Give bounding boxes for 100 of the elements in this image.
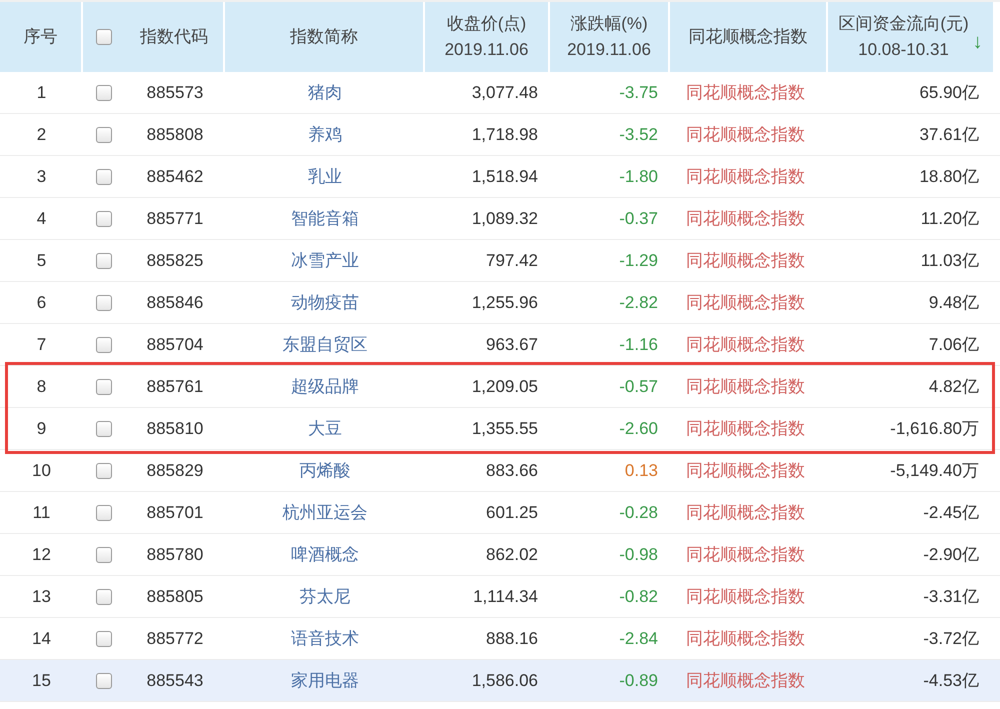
name-link[interactable]: 丙烯酸 xyxy=(300,458,350,484)
change-cell-text: -1.80 xyxy=(619,166,658,188)
index-cell-text: 15 xyxy=(32,670,51,692)
price-cell-text: 1,718.98 xyxy=(472,124,538,146)
checkbox[interactable] xyxy=(96,546,112,562)
flow-cell-text: -3.31亿 xyxy=(923,586,979,608)
index-cell-text: 7 xyxy=(36,334,46,356)
header-label: 同花顺概念指数 xyxy=(688,26,808,48)
checkbox[interactable] xyxy=(96,378,112,394)
price-cell-text: 1,586.06 xyxy=(472,670,538,692)
name-link[interactable]: 智能音箱 xyxy=(291,206,359,232)
change-cell-text: -3.52 xyxy=(619,124,658,146)
concept-link[interactable]: 同花顺概念指数 xyxy=(686,290,805,316)
flow-cell-text: 4.82亿 xyxy=(928,376,979,398)
flow-cell-text: 11.20亿 xyxy=(920,208,979,230)
concept-link[interactable]: 同花顺概念指数 xyxy=(686,80,805,106)
header-label: 涨跌幅(%) xyxy=(570,13,648,35)
name-link[interactable]: 啤酒概念 xyxy=(291,542,359,568)
price-cell-text: 1,114.34 xyxy=(473,586,538,608)
code-cell-text: 885771 xyxy=(146,208,204,230)
flow-cell-text: -4.53亿 xyxy=(923,670,979,692)
index-cell-text: 5 xyxy=(36,250,46,272)
change-cell-text: -2.84 xyxy=(619,628,658,650)
code-cell-text: 885543 xyxy=(146,670,204,692)
concept-link[interactable]: 同花顺概念指数 xyxy=(686,122,805,148)
code-cell-text: 885780 xyxy=(146,544,204,566)
price-cell-text: 601.25 xyxy=(486,502,538,524)
checkbox[interactable] xyxy=(96,84,112,100)
flow-cell-text: 9.48亿 xyxy=(928,292,979,314)
name-link[interactable]: 大豆 xyxy=(308,416,342,442)
code-cell-text: 885846 xyxy=(146,292,204,314)
concept-link[interactable]: 同花顺概念指数 xyxy=(686,164,805,190)
header-label: 10.08-10.31 xyxy=(858,39,949,61)
change-cell-text: -3.75 xyxy=(619,82,658,104)
checkbox[interactable] xyxy=(96,336,112,352)
header-label: 序号 xyxy=(24,26,58,48)
name-link[interactable]: 东盟自贸区 xyxy=(282,332,368,358)
checkbox[interactable] xyxy=(96,294,112,310)
concept-link[interactable]: 同花顺概念指数 xyxy=(686,374,805,400)
table-row[interactable]: 15 885543 家用电器 1,586.06 -0.89 同花顺概念指数 -4.53亿 xyxy=(0,660,1000,702)
concept-link[interactable]: 同花顺概念指数 xyxy=(686,500,805,526)
checkbox[interactable] xyxy=(96,252,112,268)
checkbox[interactable] xyxy=(96,420,112,436)
code-cell-text: 885810 xyxy=(146,418,204,440)
name-link[interactable]: 超级品牌 xyxy=(291,374,359,400)
code-cell-text: 885808 xyxy=(146,124,204,146)
concept-link[interactable]: 同花顺概念指数 xyxy=(686,668,805,694)
concept-link[interactable]: 同花顺概念指数 xyxy=(686,332,805,358)
flow-cell-text: 65.90亿 xyxy=(919,82,979,104)
header-label: 区间资金流向(元) xyxy=(838,13,969,35)
flow-cell-text: -3.72亿 xyxy=(923,628,979,650)
price-cell-text: 862.02 xyxy=(486,544,538,566)
flow-cell-text: -2.90亿 xyxy=(923,544,979,566)
index-cell-text: 14 xyxy=(32,628,51,650)
index-cell-text: 2 xyxy=(36,124,46,146)
checkbox[interactable] xyxy=(96,168,112,184)
price-cell-text: 1,209.05 xyxy=(472,376,538,398)
price-cell-text: 797.42 xyxy=(486,250,538,272)
name-link[interactable]: 语音技术 xyxy=(291,626,359,652)
checkbox[interactable] xyxy=(96,630,112,646)
header-label: 指数代码 xyxy=(140,26,208,48)
concept-link[interactable]: 同花顺概念指数 xyxy=(686,248,805,274)
checkbox[interactable] xyxy=(96,672,112,688)
flow-cell-text: -1,616.80万 xyxy=(890,418,979,440)
price-cell-text: 1,089.32 xyxy=(472,208,538,230)
index-cell-text: 3 xyxy=(36,166,46,188)
concept-link[interactable]: 同花顺概念指数 xyxy=(686,206,805,232)
checkbox[interactable] xyxy=(96,588,112,604)
concept-link[interactable]: 同花顺概念指数 xyxy=(686,542,805,568)
name-link[interactable]: 冰雪产业 xyxy=(291,248,359,274)
change-cell-text: 0.13 xyxy=(624,460,658,482)
concept-link[interactable]: 同花顺概念指数 xyxy=(686,416,805,442)
name-link[interactable]: 乳业 xyxy=(308,164,342,190)
flow-cell-text: 7.06亿 xyxy=(928,334,979,356)
change-cell-text: -2.60 xyxy=(619,418,658,440)
code-cell-text: 885772 xyxy=(146,628,204,650)
checkbox[interactable] xyxy=(96,126,112,142)
concept-link[interactable]: 同花顺概念指数 xyxy=(686,584,805,610)
name-link[interactable]: 杭州亚运会 xyxy=(282,500,368,526)
checkbox[interactable] xyxy=(96,462,112,478)
change-cell-text: -1.16 xyxy=(619,334,658,356)
checkbox[interactable] xyxy=(96,29,112,45)
sort-arrow[interactable]: ↓ xyxy=(972,27,983,57)
name-link[interactable]: 猪肉 xyxy=(308,80,342,106)
checkbox[interactable] xyxy=(96,504,112,520)
code-cell-text: 885805 xyxy=(146,586,204,608)
price-cell-text: 963.67 xyxy=(486,334,538,356)
name-link[interactable]: 芬太尼 xyxy=(300,584,350,610)
concept-link[interactable]: 同花顺概念指数 xyxy=(686,458,805,484)
code-cell-text: 885829 xyxy=(146,460,204,482)
code-cell-text: 885761 xyxy=(146,376,204,398)
change-cell-text: -1.29 xyxy=(619,250,658,272)
code-cell-text: 885701 xyxy=(146,502,204,524)
change-cell-text: -0.28 xyxy=(619,502,658,524)
concept-link[interactable]: 同花顺概念指数 xyxy=(686,626,805,652)
checkbox[interactable] xyxy=(96,210,112,226)
name-link[interactable]: 家用电器 xyxy=(291,668,359,694)
header-label: 指数简称 xyxy=(290,26,358,48)
name-link[interactable]: 动物疫苗 xyxy=(291,290,359,316)
name-link[interactable]: 养鸡 xyxy=(308,122,342,148)
